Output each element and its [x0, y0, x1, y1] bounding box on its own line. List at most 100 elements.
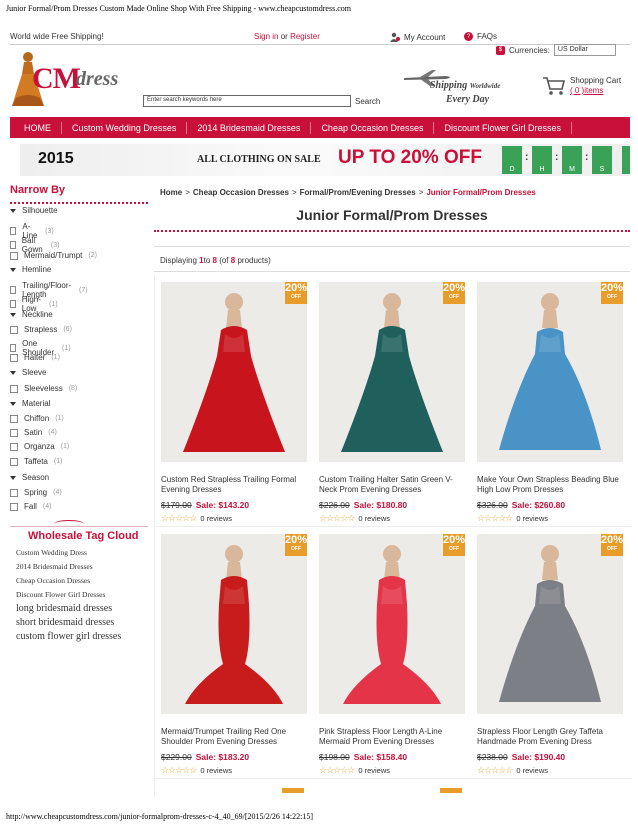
sale-banner[interactable]: 2015 ALL CLOTHING ON SALE UP TO 20% OFF … — [20, 144, 630, 176]
checkbox[interactable] — [10, 353, 18, 362]
product-name[interactable]: Mermaid/Trumpet Trailing Red One Shoulde… — [161, 727, 309, 747]
timer-minutes: M — [562, 146, 582, 174]
nav-home[interactable]: HOME — [24, 121, 62, 134]
nav-cheap-occasion-dresses[interactable]: Cheap Occasion Dresses — [311, 121, 435, 134]
product-image[interactable]: 20% OFF — [161, 534, 307, 714]
facet-hemline[interactable]: Hemline — [10, 265, 51, 274]
tag-link[interactable]: 2014 Bridesmaid Dresses — [16, 562, 93, 571]
checkbox[interactable] — [10, 300, 16, 308]
my-account-link[interactable]: My Account — [390, 32, 445, 42]
nav-custom-wedding-dresses[interactable]: Custom Wedding Dresses — [62, 121, 188, 134]
facet-option[interactable]: Spring (4) — [10, 488, 62, 497]
facet-material[interactable]: Material — [10, 399, 50, 408]
facet-neckline[interactable]: Neckline — [10, 310, 53, 319]
facet-silhouette[interactable]: Silhouette — [10, 206, 58, 215]
checkbox[interactable] — [10, 502, 18, 511]
search-input[interactable]: Enter search keywords here — [143, 95, 351, 107]
product-reviews[interactable]: ☆☆☆☆☆ 0 reviews — [477, 765, 548, 776]
breadcrumb-sep: > — [291, 188, 297, 197]
facet-sleeve[interactable]: Sleeve — [10, 368, 46, 377]
facet-option[interactable]: Taffeta (1) — [10, 457, 62, 466]
option-label: Mermaid/Trumpt — [24, 251, 83, 260]
facet-season[interactable]: Season — [10, 473, 49, 482]
checkbox[interactable] — [10, 457, 18, 466]
product-card[interactable]: 20% OFF Custom Red Strapless Trailing Form… — [155, 276, 313, 528]
product-card[interactable]: 20% OFF Mermaid/Trumpet Trailing Red One S… — [155, 528, 313, 780]
tag-link[interactable]: Discount Flower Girl Dresses — [16, 590, 105, 599]
checkbox[interactable] — [10, 241, 16, 249]
rating-stars-icon: ☆☆☆☆☆ — [161, 513, 197, 523]
checkbox[interactable] — [10, 428, 18, 437]
product-reviews[interactable]: ☆☆☆☆☆ 0 reviews — [161, 513, 232, 524]
timer-days: D — [502, 146, 522, 174]
product-reviews[interactable]: ☆☆☆☆☆ 0 reviews — [161, 765, 232, 776]
expand-triangle-icon — [10, 370, 16, 375]
facet-option[interactable]: Fall (4) — [10, 502, 51, 511]
tag-link[interactable]: long bridesmaid dresses — [16, 603, 112, 614]
displaying-total: 8 — [230, 256, 236, 265]
banner-all-clothing: ALL CLOTHING ON SALE — [197, 154, 321, 165]
facet-option[interactable]: Mermaid/Trumpt (2) — [10, 251, 97, 260]
faqs-link[interactable]: ? FAQs — [464, 32, 497, 41]
facet-option[interactable]: Sleeveless (8) — [10, 384, 77, 393]
breadcrumb-cheap-occasion[interactable]: Cheap Occasion Dresses — [193, 188, 289, 197]
product-reviews[interactable]: ☆☆☆☆☆ 0 reviews — [319, 765, 390, 776]
dress-figure-icon — [161, 534, 307, 714]
product-card[interactable]: 20% OFF Custom Trailing Halter Satin Green… — [313, 276, 471, 528]
breadcrumb-sep: > — [418, 188, 424, 197]
checkbox[interactable] — [10, 414, 18, 423]
checkbox[interactable] — [10, 325, 18, 334]
product-name[interactable]: Pink Strapless Floor Length A-Line Merma… — [319, 727, 467, 747]
facet-option[interactable]: Strapless (6) — [10, 325, 72, 334]
off-badge-partial — [440, 788, 462, 793]
product-name[interactable]: Custom Trailing Halter Satin Green V-Nec… — [319, 475, 467, 495]
product-reviews[interactable]: ☆☆☆☆☆ 0 reviews — [319, 513, 390, 524]
tag-link[interactable]: Cheap Occasion Dresses — [16, 576, 90, 585]
product-card[interactable]: 20% OFF Strapless Floor Length Grey Taffet… — [471, 528, 629, 780]
product-image[interactable]: 20% OFF — [319, 282, 465, 462]
product-image[interactable]: 20% OFF — [161, 282, 307, 462]
checkbox[interactable] — [10, 286, 17, 294]
product-name[interactable]: Make Your Own Strapless Beading Blue Hig… — [477, 475, 625, 495]
facet-option[interactable]: Halter (1) — [10, 353, 60, 362]
product-card[interactable]: 20% OFF Pink Strapless Floor Length A-Line… — [313, 528, 471, 780]
checkbox[interactable] — [10, 384, 18, 393]
nav-discount-flower-girl-dresses[interactable]: Discount Flower Girl Dresses — [434, 121, 573, 134]
product-name[interactable]: Strapless Floor Length Grey Taffeta Hand… — [477, 727, 625, 747]
checkbox[interactable] — [10, 251, 18, 260]
facet-option[interactable]: Chiffon (1) — [10, 414, 64, 423]
tag-cloud-title: Wholesale Tag Cloud — [28, 530, 139, 542]
site-logo[interactable]: CM dress — [10, 48, 130, 108]
checkbox[interactable] — [10, 227, 17, 235]
discount-percent: 20% — [285, 534, 307, 546]
cart-items-link[interactable]: ( 0 )items — [570, 86, 603, 95]
checkbox[interactable] — [10, 442, 18, 451]
ornament-icon — [54, 520, 84, 528]
option-label: Chiffon — [24, 414, 50, 423]
product-image[interactable]: 20% OFF — [477, 534, 623, 714]
sign-in-link[interactable]: Sign in — [254, 32, 278, 41]
product-reviews[interactable]: ☆☆☆☆☆ 0 reviews — [477, 513, 548, 524]
product-card[interactable]: 20% OFF Make Your Own Strapless Beading Bl… — [471, 276, 629, 528]
product-image[interactable]: 20% OFF — [319, 534, 465, 714]
checkbox[interactable] — [10, 488, 18, 497]
logo-cm: CM — [32, 62, 81, 95]
register-link[interactable]: Register — [290, 32, 320, 41]
tag-link[interactable]: custom flower girl dresses — [16, 631, 121, 642]
product-image[interactable]: 20% OFF — [477, 282, 623, 462]
product-name[interactable]: Custom Red Strapless Trailing Formal Eve… — [161, 475, 309, 495]
checkbox[interactable] — [10, 344, 17, 352]
currency-selector: $ Currencies: US Dollar — [496, 44, 616, 56]
search-button[interactable]: Search — [355, 97, 380, 106]
facet-option[interactable]: Organza (1) — [10, 442, 69, 451]
tag-link[interactable]: short bridesmaid dresses — [16, 617, 114, 628]
discount-percent: 20% — [443, 282, 465, 294]
nav-2014-bridesmaid-dresses[interactable]: 2014 Bridesmaid Dresses — [187, 121, 312, 134]
product-price: $179.00 Sale: $143.20 — [161, 500, 249, 510]
option-label: Organza — [24, 442, 55, 451]
currency-select[interactable]: US Dollar — [553, 44, 616, 56]
breadcrumb-home[interactable]: Home — [160, 188, 182, 197]
facet-option[interactable]: Satin (4) — [10, 428, 57, 437]
breadcrumb-formal-prom[interactable]: Formal/Prom/Evening Dresses — [300, 188, 416, 197]
tag-link[interactable]: Custom Wedding Dress — [16, 548, 87, 557]
